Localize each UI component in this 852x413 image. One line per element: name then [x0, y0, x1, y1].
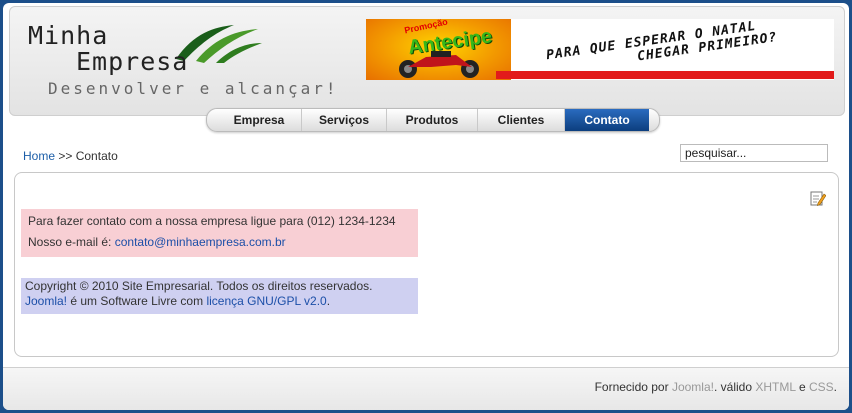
logo-line-2: Empresa: [76, 47, 189, 76]
contact-email-link[interactable]: contato@minhaempresa.com.br: [115, 235, 286, 249]
breadcrumb-home-link[interactable]: Home: [23, 149, 55, 163]
main-nav: Empresa Serviços Produtos Clientes Conta…: [206, 108, 660, 132]
contact-email-label: Nosso e-mail é:: [28, 235, 112, 249]
footer-joomla-link[interactable]: Joomla!: [672, 380, 714, 394]
content-panel: Para fazer contato com a nossa empresa l…: [14, 172, 839, 357]
nav-item-produtos[interactable]: Produtos: [386, 109, 477, 131]
banner-headline: PARA QUE ESPERAR O NATAL CHEGAR PRIMEIRO…: [545, 19, 834, 77]
copyright-box: Copyright © 2010 Site Empresarial. Todos…: [21, 278, 418, 314]
copyright-text: Copyright © 2010 Site Empresarial. Todos…: [25, 279, 373, 293]
logo-tagline: Desenvolver e alcançar!: [48, 79, 339, 98]
nav-item-clientes[interactable]: Clientes: [477, 109, 564, 131]
breadcrumb: Home >> Contato: [23, 149, 118, 163]
promo-banner[interactable]: Promoção Antecipe PARA QUE ESPERAR O NAT…: [366, 19, 834, 80]
footer-credits: Fornecido por Joomla!. válido XHTML e CS…: [595, 380, 837, 394]
footer-and-text: e: [798, 380, 806, 394]
copyright-end: .: [326, 294, 331, 308]
footer-prefix: Fornecido por: [594, 380, 669, 394]
edit-icon[interactable]: [810, 190, 826, 206]
copyright-license-line: Joomla! é um Software Livre com licença …: [25, 294, 330, 308]
contact-email-line: Nosso e-mail é: contato@minhaempresa.com…: [28, 235, 286, 249]
logo-line-1: Minha: [28, 21, 109, 50]
contact-info-box: Para fazer contato com a nossa empresa l…: [21, 209, 418, 257]
search-input[interactable]: [680, 144, 828, 162]
breadcrumb-current: Contato: [75, 149, 118, 163]
nav-item-servicos[interactable]: Serviços: [301, 109, 386, 131]
footer-css-link[interactable]: CSS: [809, 380, 834, 394]
nav-item-contato[interactable]: Contato: [564, 109, 649, 131]
nav-item-empresa[interactable]: Empresa: [217, 109, 301, 131]
page-frame: Minha Empresa Desenvolver e alcançar! Pr…: [3, 3, 849, 410]
joomla-link[interactable]: Joomla!: [25, 294, 67, 308]
contact-phone-text: Para fazer contato com a nossa empresa l…: [28, 214, 396, 228]
banner-promo-area: Promoção Antecipe: [366, 19, 511, 80]
site-logo[interactable]: Minha Empresa Desenvolver e alcançar!: [24, 19, 336, 101]
copyright-middle-text: é um Software Livre com: [70, 294, 204, 308]
footer-xhtml-link[interactable]: XHTML: [755, 380, 795, 394]
footer-end: .: [833, 380, 837, 394]
footer-valid-text: . válido: [713, 380, 753, 394]
banner-red-bar: [496, 71, 834, 79]
license-link[interactable]: licença GNU/GPL v2.0: [206, 294, 326, 308]
site-header: Minha Empresa Desenvolver e alcançar! Pr…: [9, 6, 845, 116]
breadcrumb-separator: >>: [58, 149, 73, 163]
site-footer: Fornecido por Joomla!. válido XHTML e CS…: [3, 367, 849, 410]
